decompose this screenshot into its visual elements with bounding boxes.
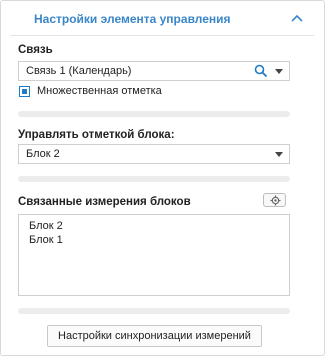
gear-icon (270, 195, 281, 206)
link-select-value: Связь 1 (Календарь) (26, 65, 132, 77)
multi-select-label: Множественная отметка (37, 85, 162, 97)
link-select[interactable]: Связь 1 (Календарь) (18, 61, 290, 81)
link-label: Связь (18, 44, 53, 56)
linked-dimensions-list[interactable]: Блок 2 Блок 1 (18, 214, 290, 296)
list-item[interactable]: Блок 2 (29, 220, 63, 232)
multi-select-checkbox[interactable] (19, 86, 30, 97)
dimensions-settings-button[interactable] (263, 193, 286, 207)
linked-dimensions-label: Связанные измерения блоков (18, 196, 191, 208)
chevron-up-icon[interactable] (290, 13, 304, 23)
section-divider (18, 111, 290, 117)
block-mark-select-value: Блок 2 (26, 148, 60, 160)
checkbox-mark (22, 89, 27, 94)
block-mark-label: Управлять отметкой блока: (18, 129, 175, 141)
panel-title: Настройки элемента управления (34, 12, 231, 26)
sync-settings-button[interactable]: Настройки синхронизации измерений (47, 325, 262, 347)
block-mark-select[interactable]: Блок 2 (18, 144, 290, 164)
control-settings-panel: Настройки элемента управления Связь Связ… (0, 0, 325, 356)
panel-header[interactable]: Настройки элемента управления (10, 1, 314, 36)
dropdown-arrow-icon[interactable] (275, 152, 283, 157)
dropdown-arrow-icon[interactable] (275, 69, 283, 74)
section-divider (18, 308, 290, 314)
section-divider (18, 176, 290, 182)
list-item[interactable]: Блок 1 (29, 234, 63, 246)
search-icon[interactable] (254, 64, 268, 78)
